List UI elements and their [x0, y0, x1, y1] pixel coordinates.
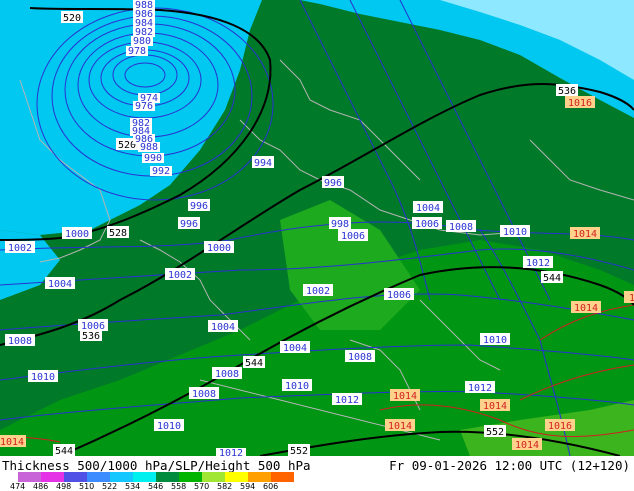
slp-label: 994: [254, 158, 272, 169]
legend-swatch: [179, 472, 202, 482]
legend-swatch: [87, 472, 110, 482]
height-label: 544: [55, 446, 73, 456]
legend-swatch: [18, 472, 41, 482]
slp-label: 976: [135, 101, 153, 112]
slp-label: 1002: [306, 286, 330, 297]
valid-time: Fr 09-01-2026 12:00 UTC (12+120): [389, 458, 630, 473]
legend-swatch: [225, 472, 248, 482]
slp-label: 1012: [335, 395, 359, 406]
slp-label: 1012: [468, 383, 492, 394]
slp-label: 1006: [81, 321, 105, 332]
map-canvas: 520 528 536 536 544 544 544 552 552 520 …: [0, 0, 634, 456]
legend-swatch: [110, 472, 133, 482]
slp-high-label: 1014: [483, 401, 507, 412]
slp-label: 990: [144, 153, 162, 164]
map-title: Thickness 500/1000 hPa/SLP/Height 500 hP…: [2, 458, 311, 473]
slp-label: 1000: [65, 229, 89, 240]
slp-high-label: 1014: [515, 440, 539, 451]
slp-label: 1004: [283, 343, 307, 354]
slp-label: 1004: [48, 279, 72, 290]
slp-label: 992: [152, 166, 170, 177]
height-label: 520: [63, 13, 81, 24]
slp-high-label: 101: [629, 293, 634, 304]
slp-high-label: 1014: [388, 421, 412, 432]
slp-high-label: 1016: [548, 421, 572, 432]
legend-swatch: [41, 472, 64, 482]
slp-label: 1010: [483, 335, 507, 346]
height-label: 552: [486, 427, 504, 438]
slp-label: 1010: [503, 227, 527, 238]
slp-label: 1004: [211, 322, 235, 333]
height-label: 536: [82, 331, 100, 342]
slp-label: 996: [190, 201, 208, 212]
slp-label: 1008: [192, 389, 216, 400]
slp-label: 1012: [219, 448, 243, 456]
height-label: 552: [290, 446, 308, 456]
slp-label: 978: [128, 46, 146, 57]
legend-swatch: [271, 472, 294, 482]
slp-label: 1008: [348, 352, 372, 363]
legend-swatch: [133, 472, 156, 482]
legend-swatch: [248, 472, 271, 482]
height-label: 544: [245, 358, 263, 369]
slp-label: 1006: [341, 231, 365, 242]
slp-label: 1010: [157, 421, 181, 432]
legend-swatch: [64, 472, 87, 482]
height-label: 528: [109, 228, 127, 239]
slp-high-label: 1014: [574, 303, 598, 314]
slp-label: 996: [324, 178, 342, 189]
slp-label: 1004: [416, 203, 440, 214]
legend-swatch: [202, 472, 225, 482]
slp-label: 1000: [207, 243, 231, 254]
slp-label: 1002: [168, 270, 192, 281]
slp-label: 998: [331, 219, 349, 230]
slp-label: 1010: [31, 372, 55, 383]
slp-label: 1012: [526, 258, 550, 269]
color-legend: [18, 472, 294, 482]
slp-label: 1006: [415, 219, 439, 230]
slp-high-label: 1014: [573, 229, 597, 240]
slp-label: 1008: [449, 222, 473, 233]
slp-high-label: 1014: [393, 391, 417, 402]
height-label: 544: [543, 273, 561, 284]
weather-map: 520 528 536 536 544 544 544 552 552 520 …: [0, 0, 634, 491]
slp-label: 1002: [8, 243, 32, 254]
height-label: 536: [558, 86, 576, 97]
slp-label: 988: [140, 142, 158, 153]
legend-swatch: [156, 472, 179, 482]
slp-high-label: 1016: [568, 98, 592, 109]
slp-label: 1010: [285, 381, 309, 392]
slp-label: 1008: [8, 336, 32, 347]
slp-label: 1008: [215, 369, 239, 380]
slp-label: 996: [180, 219, 198, 230]
